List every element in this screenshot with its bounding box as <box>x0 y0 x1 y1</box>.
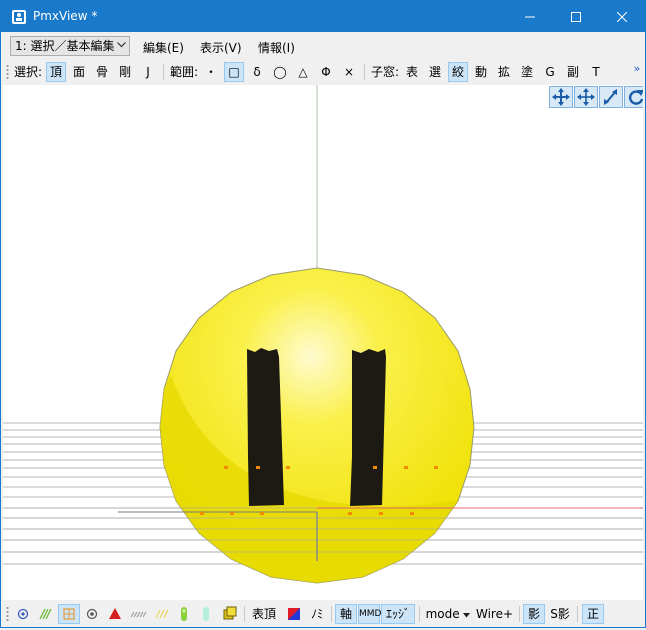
left-eye <box>247 348 284 506</box>
range-label: 範囲: <box>169 65 199 79</box>
toggle-morph-button[interactable] <box>196 604 216 624</box>
range-phi-button[interactable]: Φ <box>316 62 336 82</box>
zoom-arrows-icon <box>604 89 617 105</box>
toggle-normals-button[interactable] <box>36 604 56 624</box>
range-rect-button[interactable]: □ <box>224 62 244 82</box>
bottom-separator <box>519 606 520 622</box>
toolbar-overflow-button[interactable]: » <box>631 59 643 79</box>
child-table-button[interactable]: 表 <box>402 62 422 82</box>
select-label: 選択: <box>13 65 43 79</box>
child-g-button[interactable]: G <box>540 62 560 82</box>
range-circle-button[interactable]: ◯ <box>270 62 290 82</box>
toolbar-separator <box>163 64 164 80</box>
move-arrows-icon <box>577 88 595 106</box>
range-clear-button[interactable]: × <box>339 62 359 82</box>
title-bar[interactable]: PmxView * <box>1 1 645 32</box>
menu-edit[interactable]: 編集(E) <box>143 39 184 56</box>
viewport-3d[interactable] <box>3 85 643 600</box>
menu-bar: 1: 選択／基本編集 編集(E) 表示(V) 情報(I) <box>1 33 645 59</box>
chevron-down-icon <box>117 42 126 48</box>
rotate-view-button[interactable] <box>549 86 573 108</box>
orange-grid-icon <box>63 608 75 620</box>
bone-circle-icon <box>86 608 98 620</box>
toggle-rigid-button[interactable] <box>128 604 150 624</box>
maximize-icon <box>571 11 581 22</box>
range-delta-button[interactable]: δ <box>247 62 267 82</box>
pan-view-button[interactable] <box>574 86 598 108</box>
select-rigid-button[interactable]: 剛 <box>115 62 135 82</box>
toggle-material-button[interactable] <box>219 604 239 624</box>
bottom-toolbar-grip[interactable] <box>6 606 9 622</box>
mask-button[interactable]: ﾉﾐ <box>307 604 327 624</box>
rotate-arrows-icon <box>552 88 570 106</box>
child-move-button[interactable]: 動 <box>471 62 491 82</box>
target-circle-icon <box>17 608 29 620</box>
child-filter-button[interactable]: 絞 <box>448 62 468 82</box>
minimize-icon <box>525 16 535 17</box>
child-t-button[interactable]: T <box>586 62 606 82</box>
render-mode-dropdown[interactable]: mode <box>425 604 471 624</box>
bottom-toolbar: 表頂 ﾉﾐ 軸 MMD ｴｯｼﾞ mode Wire+ 影 S影 正 <box>1 601 645 627</box>
edge-toggle-button[interactable]: ｴｯｼﾞ <box>381 604 415 624</box>
scene-canvas[interactable] <box>3 85 643 600</box>
minimize-button[interactable] <box>507 1 553 32</box>
child-scale-button[interactable]: 拡 <box>494 62 514 82</box>
mmd-toggle-button[interactable]: MMD <box>358 604 381 624</box>
select-face-button[interactable]: 面 <box>69 62 89 82</box>
toolbar: 選択: 頂 面 骨 剛 J 範囲: ・ □ δ ◯ △ Φ × 子窓: 表 選 … <box>1 59 645 85</box>
material-cube-icon <box>223 606 237 620</box>
toggle-vertex-select-button[interactable] <box>58 604 80 624</box>
toggle-softbody-button[interactable] <box>174 604 194 624</box>
bottom-separator <box>419 606 420 622</box>
app-icon <box>12 10 26 24</box>
toggle-vertex-points-button[interactable] <box>13 604 33 624</box>
color-swatch-icon <box>288 608 300 620</box>
child-paint-button[interactable]: 塗 <box>517 62 537 82</box>
green-hatch-icon <box>39 608 52 620</box>
mode-select-value: 1: 選択／基本編集 <box>15 39 115 53</box>
range-triangle-button[interactable]: △ <box>293 62 313 82</box>
select-bone-button[interactable]: 骨 <box>92 62 112 82</box>
yellow-hatch-icon <box>155 609 169 619</box>
close-button[interactable] <box>599 1 645 32</box>
range-point-button[interactable]: ・ <box>201 62 221 82</box>
toggle-bone-button[interactable] <box>82 604 102 624</box>
reset-view-button[interactable] <box>624 86 643 108</box>
color-swatch-button[interactable] <box>284 604 304 624</box>
mode-select[interactable]: 1: 選択／基本編集 <box>10 36 130 56</box>
ortho-view-toggle-button[interactable]: 正 <box>582 604 604 624</box>
red-triangle-icon <box>109 608 121 619</box>
show-vertex-button[interactable]: 表頂 <box>250 604 278 624</box>
toolbar-separator <box>364 64 365 80</box>
green-capsule-icon <box>181 607 187 621</box>
toggle-ik-button[interactable] <box>105 604 125 624</box>
bottom-separator <box>244 606 245 622</box>
render-mode-label: mode <box>425 607 460 621</box>
child-window-label: 子窓: <box>370 65 400 79</box>
right-eye <box>350 349 386 506</box>
bottom-separator <box>577 606 578 622</box>
maximize-button[interactable] <box>553 1 599 32</box>
gray-hatch-icon <box>130 611 147 618</box>
bottom-separator <box>331 606 332 622</box>
shadow-toggle-button[interactable]: 影 <box>523 604 545 624</box>
select-joint-button[interactable]: J <box>138 62 158 82</box>
child-sub-button[interactable]: 副 <box>563 62 583 82</box>
self-shadow-toggle-button[interactable]: S影 <box>548 604 572 624</box>
close-icon <box>617 11 627 22</box>
zoom-view-button[interactable] <box>599 86 623 108</box>
menu-view[interactable]: 表示(V) <box>200 39 242 56</box>
pmxview-window: PmxView * 1: 選択／基本編集 編集(E) 表示(V) 情報(I) 選… <box>0 0 646 628</box>
wire-plus-button[interactable]: Wire+ <box>476 604 513 624</box>
dropdown-arrow-icon <box>463 613 471 618</box>
toolbar-grip[interactable] <box>6 64 9 80</box>
window-title: PmxView * <box>33 9 98 23</box>
teal-capsule-icon <box>203 607 209 621</box>
axis-toggle-button[interactable]: 軸 <box>335 604 357 624</box>
child-select-button[interactable]: 選 <box>425 62 445 82</box>
toggle-joint-button[interactable] <box>152 604 172 624</box>
menu-info[interactable]: 情報(I) <box>258 39 295 56</box>
reset-rotate-icon <box>628 90 643 105</box>
select-vertex-button[interactable]: 頂 <box>46 62 66 82</box>
